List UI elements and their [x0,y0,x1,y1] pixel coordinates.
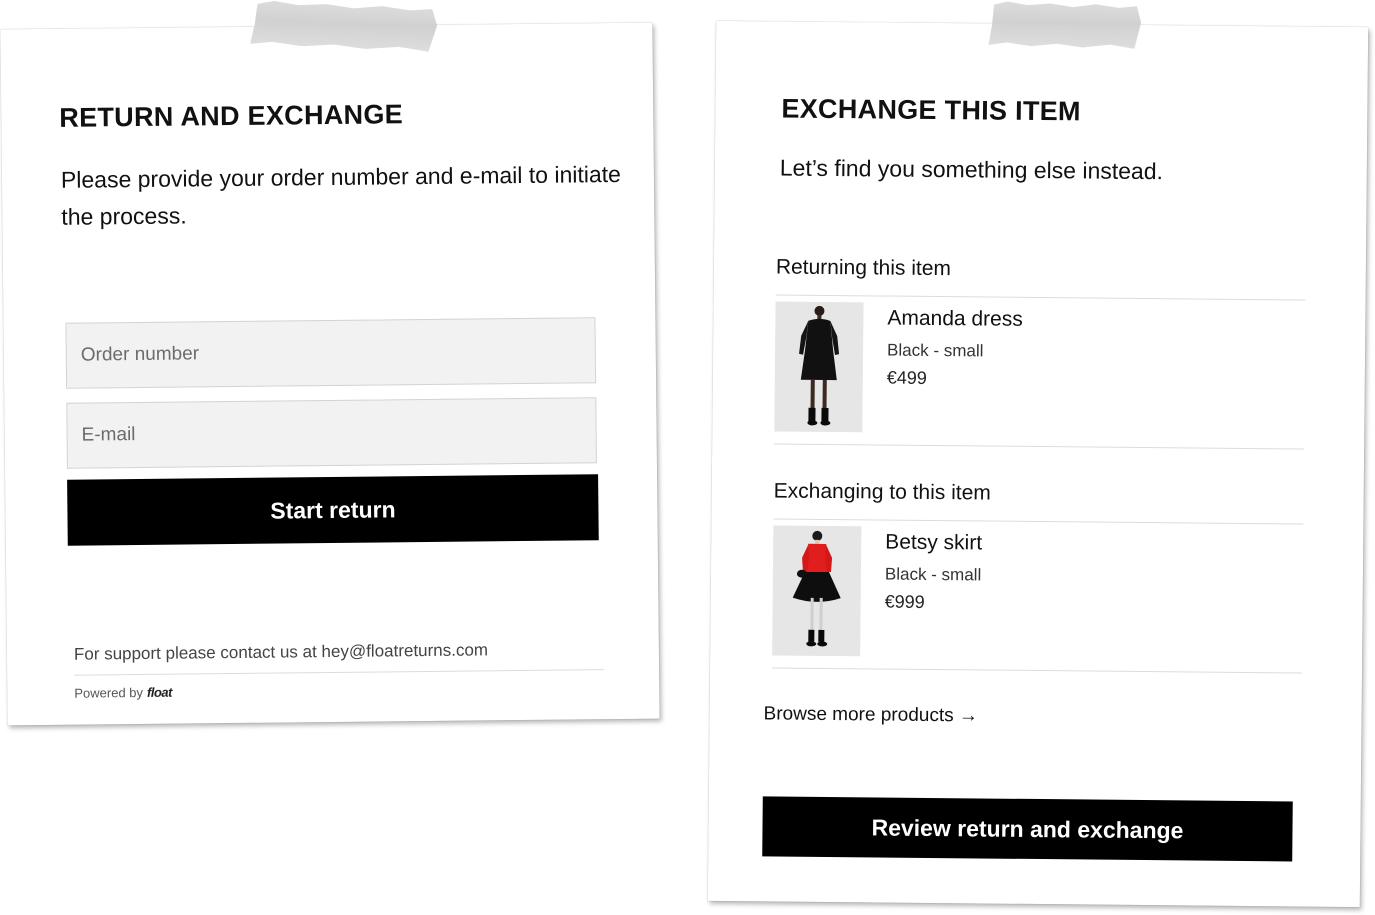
returning-label: Returning this item [775,255,952,281]
model-red-top-black-skirt-icon [772,525,862,657]
betsy-skirt-price: €999 [884,591,925,612]
browse-link-label: Browse more products [763,703,954,727]
amanda-dress-image[interactable] [774,301,864,433]
arrow-right-icon: → [958,705,979,727]
betsy-skirt-image[interactable] [772,525,862,657]
email-input[interactable] [66,397,597,469]
return-title: RETURN AND EXCHANGE [59,99,404,133]
betsy-skirt-name: Betsy skirt [885,530,983,555]
amanda-dress-variant: Black - small [886,340,984,361]
float-logo[interactable]: float [147,685,172,700]
footer-divider [74,669,605,676]
exchange-lead-text: Let’s find you something else instead. [779,154,1164,185]
tape-right [988,1,1141,49]
start-return-button[interactable]: Start return [67,474,599,546]
exchange-card: EXCHANGE THIS ITEM Let’s find you someth… [707,20,1369,908]
powered-by-label: Powered by [74,684,144,701]
exchanging-divider-top [773,518,1304,525]
review-return-and-exchange-button[interactable]: Review return and exchange [762,796,1293,862]
exchanging-label: Exchanging to this item [773,479,991,505]
amanda-dress-name: Amanda dress [887,306,1023,331]
return-lead-text: Please provide your order number and e-m… [60,160,622,230]
betsy-skirt-variant: Black - small [884,564,982,585]
browse-more-products-link[interactable]: Browse more products → [763,703,978,727]
amanda-dress-price: €499 [886,367,927,388]
exchange-title: EXCHANGE THIS ITEM [781,93,1081,127]
exchanging-divider-bottom [772,667,1303,674]
powered-by: Powered by float [74,685,172,701]
support-text: For support please contact us at hey@flo… [73,640,489,664]
order-number-input[interactable] [65,317,597,389]
stage: RETURN AND EXCHANGE Please provide your … [0,0,1375,915]
model-black-dress-icon [774,301,864,433]
return-form-card: RETURN AND EXCHANGE Please provide your … [0,22,660,726]
returning-divider-top [775,294,1306,301]
returning-divider-bottom [774,443,1305,450]
